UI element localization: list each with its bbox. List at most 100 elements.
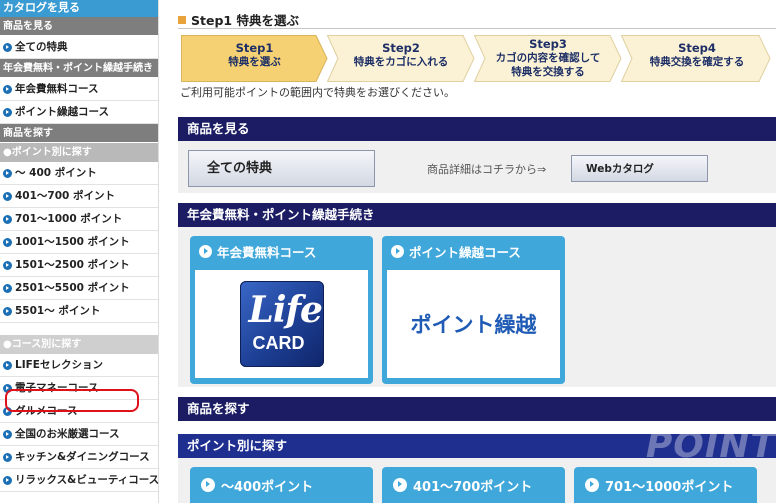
arrow-icon [3, 475, 12, 485]
sidebar-item-label: 701～1000 ポイント [15, 213, 123, 225]
point-range-button-2[interactable]: 701～1000ポイント [574, 467, 757, 503]
carryover-image-text: ポイント繰越 [410, 313, 537, 337]
step-progress: Step1 特典を選ぶ Step2 特典をカゴに入れる Step3 カゴの内容を… [181, 35, 776, 83]
point-range-label: ～400ポイント [221, 479, 314, 495]
page-title: Step1 特典を選ぶ [178, 10, 299, 29]
arrow-icon [3, 237, 12, 247]
sidebar-header-view: 商品を見る [0, 17, 158, 36]
sidebar-item-label: 1501～2500 ポイント [15, 259, 130, 271]
sidebar-item-point-1[interactable]: 401～700 ポイント [0, 185, 158, 208]
page-title-text: Step1 特典を選ぶ [191, 13, 299, 28]
step-4-number: Step4 [678, 41, 716, 55]
annual-course-card-header: 年会費無料コース [190, 236, 373, 266]
sidebar-item-label: 1001～1500 ポイント [15, 236, 130, 248]
step-1-number: Step1 [235, 41, 274, 55]
step-1: Step1 特典を選ぶ [181, 35, 328, 82]
sidebar-header-search: 商品を探す [0, 124, 158, 143]
step-1-label: 特典を選ぶ [228, 56, 281, 68]
arrow-icon [3, 191, 12, 201]
arrow-icon [3, 214, 12, 224]
arrow-icon [3, 260, 12, 270]
step-4: Step4 特典交換を確定する [621, 35, 773, 82]
sidebar: カタログを見る 商品を見る 全ての特典 年会費無料・ポイント繰越手続き 年会費無… [0, 0, 159, 503]
step-2-number: Step2 [382, 41, 420, 55]
arrow-icon [3, 360, 12, 370]
annual-course-card-image: Life CARD [195, 270, 368, 378]
sidebar-item-label: 全国のお米厳選コース [15, 428, 120, 440]
sidebar-subheader-by-course: ●コース別に探す [0, 335, 158, 354]
sidebar-item-label: 5501～ ポイント [15, 305, 101, 317]
carryover-course-card-header: ポイント繰越コース [382, 236, 565, 266]
section-band-view: 商品を見る [178, 117, 776, 141]
all-items-button[interactable]: 全ての特典 [188, 150, 375, 187]
card-title: 年会費無料コース [217, 244, 317, 260]
sidebar-item-point-2[interactable]: 701～1000 ポイント [0, 208, 158, 231]
sidebar-item-annual-course[interactable]: 年会費無料コース [0, 78, 158, 101]
sidebar-title: カタログを見る [0, 0, 158, 17]
section-band-search: 商品を探す [178, 397, 776, 421]
sidebar-item-label: 2501～5500 ポイント [15, 282, 130, 294]
sidebar-item-label: 年会費無料コース [15, 83, 99, 95]
arrow-icon [201, 478, 215, 492]
step-3-number: Step3 [529, 37, 567, 51]
arrow-icon [391, 244, 404, 258]
arrow-icon [3, 84, 12, 94]
arrow-icon [3, 452, 12, 462]
sidebar-item-course-0[interactable]: LIFEセレクション [0, 354, 158, 377]
arrow-icon [3, 168, 12, 178]
sidebar-item-point-6[interactable]: 5501～ ポイント [0, 300, 158, 323]
sidebar-header-annual: 年会費無料・ポイント繰越手続き [0, 59, 158, 78]
sidebar-item-label: ポイント繰越コース [15, 106, 109, 118]
arrow-icon [3, 306, 12, 316]
bullet-square-icon [178, 15, 186, 24]
point-range-button-1[interactable]: 401～700ポイント [382, 467, 565, 503]
sidebar-item-label: キッチン&ダイニングコース [15, 451, 150, 463]
main-content: Step1 特典を選ぶ Step1 特典を選ぶ Step2 特典をカゴに入れる … [178, 0, 776, 503]
detail-link-text: 商品詳細はコチラから⇒ [427, 163, 547, 176]
highlight-circle [5, 389, 139, 412]
sidebar-item-label: 401～700 ポイント [15, 190, 115, 202]
arrow-icon [393, 478, 407, 492]
logo-text-life: Life [248, 289, 323, 331]
step-3: Step3 カゴの内容を確認して 特典を交換する [474, 35, 622, 82]
step-3-label-line2: 特典を交換する [511, 66, 585, 78]
card-title: ポイント繰越コース [409, 244, 521, 260]
step-2-label: 特典をカゴに入れる [353, 56, 449, 68]
sidebar-item-point-0[interactable]: ～ 400 ポイント [0, 162, 158, 185]
sidebar-item-label: LIFEセレクション [15, 359, 103, 371]
arrow-icon [3, 283, 12, 293]
section-band-annual: 年会費無料・ポイント繰越手続き [178, 203, 776, 227]
step-4-label: 特典交換を確定する [649, 56, 745, 68]
title-divider [178, 28, 776, 29]
annual-course-card[interactable]: 年会費無料コース Life CARD [190, 236, 373, 384]
life-card-logo: Life CARD [239, 281, 324, 367]
arrow-icon [3, 429, 12, 439]
sidebar-item-course-5[interactable]: リラックス&ビューティコース [0, 469, 160, 492]
sidebar-item-label: ～ 400 ポイント [15, 167, 97, 179]
sidebar-item-carryover-course[interactable]: ポイント繰越コース [0, 101, 158, 124]
sidebar-subheader-by-point: ●ポイント別に探す [0, 143, 158, 162]
sidebar-item-course-3[interactable]: 全国のお米厳選コース [0, 423, 158, 446]
arrow-icon [3, 42, 12, 52]
point-range-button-0[interactable]: ～400ポイント [190, 467, 373, 503]
point-range-label: 701～1000ポイント [605, 479, 734, 495]
logo-text-card: CARD [252, 333, 305, 353]
carryover-course-card-image: ポイント繰越 [387, 270, 560, 378]
point-range-label: 401～700ポイント [413, 479, 533, 495]
instruction-text: ご利用可能ポイントの範囲内で特典をお選びください。 [180, 86, 455, 99]
sidebar-item-all-items[interactable]: 全ての特典 [0, 36, 158, 59]
sidebar-item-label: 全ての特典 [15, 41, 68, 53]
sidebar-item-point-4[interactable]: 1501～2500 ポイント [0, 254, 158, 277]
step-2: Step2 特典をカゴに入れる [327, 35, 475, 82]
arrow-icon [199, 244, 212, 258]
web-catalog-button[interactable]: Webカタログ [571, 155, 708, 182]
sidebar-item-point-5[interactable]: 2501～5500 ポイント [0, 277, 158, 300]
sidebar-item-course-4[interactable]: キッチン&ダイニングコース [0, 446, 158, 469]
step-3-label-line1: カゴの内容を確認して [495, 52, 601, 64]
arrow-icon [585, 478, 599, 492]
arrow-icon [3, 107, 12, 117]
sidebar-item-label: リラックス&ビューティコース [15, 474, 160, 486]
carryover-course-card[interactable]: ポイント繰越コース ポイント繰越 [382, 236, 565, 384]
sidebar-item-point-3[interactable]: 1001～1500 ポイント [0, 231, 158, 254]
